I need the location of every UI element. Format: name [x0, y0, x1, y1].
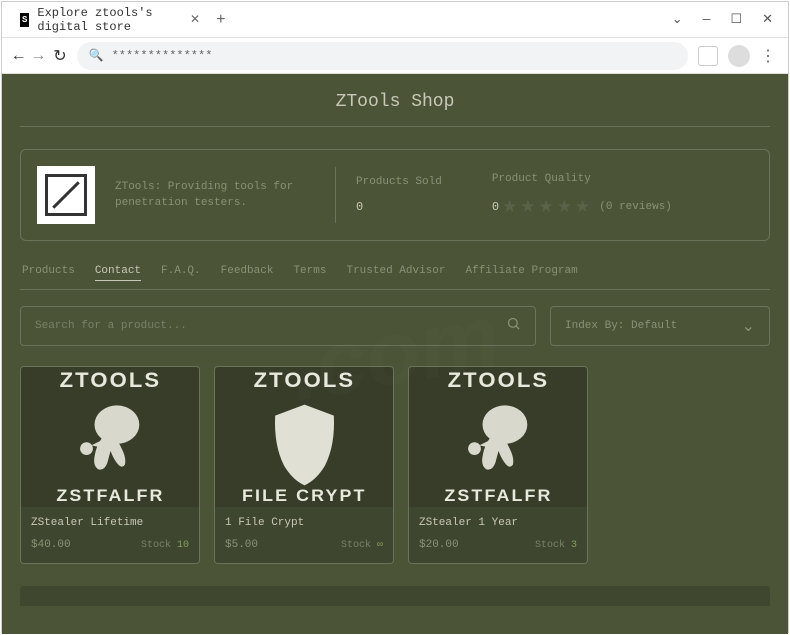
search-input[interactable] [35, 320, 506, 332]
stock-value: 3 [571, 540, 577, 551]
title-bar: S Explore ztools's digital store ✕ + ⌄ —… [2, 2, 788, 38]
page-title: ZTools Shop [2, 74, 788, 126]
page-viewport: .com ZTools Shop ZTools: Providing tools… [2, 74, 788, 634]
window-controls: ⌄ — ☐ ✕ [672, 12, 788, 27]
brand-text: ZTOOLS [253, 369, 355, 393]
product-price: $20.00 [419, 539, 459, 551]
stealer-icon [68, 399, 153, 479]
extension-icon[interactable] [698, 46, 718, 66]
sort-dropdown[interactable]: Index By: Default ⌄ [550, 306, 770, 346]
stock-value: ∞ [377, 540, 383, 551]
tab-faq[interactable]: F.A.Q. [161, 265, 201, 281]
product-quality-stat: Product Quality 0 ★ ★ ★ ★ ★ (0 reviews) [492, 173, 672, 218]
product-card[interactable]: ZTOOLS ZSTFALFR ZStealer Lifetime $40.00… [20, 366, 200, 564]
stat-label: Product Quality [492, 173, 672, 185]
sort-label: Index By: Default [565, 320, 677, 332]
stock-value: 10 [177, 540, 189, 551]
stock-label: Stock [341, 540, 377, 551]
star-icon: ★ [520, 197, 535, 218]
search-box[interactable] [20, 306, 536, 346]
brand-text: ZTOOLS [447, 369, 549, 393]
dropdown-icon[interactable]: ⌄ [672, 12, 683, 27]
products-grid: ZTOOLS ZSTFALFR ZStealer Lifetime $40.00… [2, 362, 788, 568]
brand-text: ZSTFALFR [56, 486, 164, 506]
brand-text: ZSTFALFR [444, 486, 552, 506]
product-card[interactable]: ZTOOLS FILE CRYPT 1 File Crypt $5.00 Sto… [214, 366, 394, 564]
star-icon: ★ [502, 197, 517, 218]
vertical-divider [335, 167, 336, 223]
tab-terms[interactable]: Terms [293, 265, 326, 281]
search-icon[interactable] [506, 316, 521, 336]
stat-value: 0 [356, 200, 442, 214]
brand-text: ZTOOLS [59, 369, 161, 393]
address-text: ************** [112, 49, 213, 63]
rating-value: 0 [492, 200, 499, 214]
tab-products[interactable]: Products [22, 265, 75, 281]
product-title: ZStealer Lifetime [31, 517, 189, 529]
tab-title: Explore ztools's digital store [37, 6, 182, 34]
site-favicon: S [20, 13, 29, 27]
product-title: ZStealer 1 Year [419, 517, 577, 529]
tab-feedback[interactable]: Feedback [221, 265, 274, 281]
stock-label: Stock [535, 540, 571, 551]
product-card[interactable]: ZTOOLS ZSTFALFR ZStealer 1 Year $20.00 S… [408, 366, 588, 564]
browser-tab[interactable]: S Explore ztools's digital store ✕ [10, 4, 210, 36]
browser-window: S Explore ztools's digital store ✕ + ⌄ —… [1, 1, 789, 633]
reviews-count: (0 reviews) [599, 201, 672, 213]
tab-trusted-advisor[interactable]: Trusted Advisor [346, 265, 445, 281]
address-bar[interactable]: 🔍 ************** [77, 42, 688, 70]
product-price: $5.00 [225, 539, 258, 551]
product-footer: 1 File Crypt $5.00 Stock ∞ [215, 507, 393, 563]
rating-stars: 0 ★ ★ ★ ★ ★ (0 reviews) [492, 197, 672, 218]
divider [20, 126, 770, 127]
product-footer: ZStealer 1 Year $20.00 Stock 3 [409, 507, 587, 563]
brand-text: FILE CRYPT [242, 486, 366, 506]
product-title: 1 File Crypt [225, 517, 383, 529]
stealer-icon [456, 399, 541, 479]
star-icon: ★ [539, 197, 554, 218]
tab-affiliate[interactable]: Affiliate Program [466, 265, 578, 281]
product-price: $40.00 [31, 539, 71, 551]
stock-label: Stock [141, 540, 177, 551]
browser-toolbar: ← → ↻ 🔍 ************** ⋮ [2, 38, 788, 74]
shield-icon [267, 401, 342, 489]
search-glyph-icon: 🔍 [89, 48, 104, 63]
controls-row: Index By: Default ⌄ [2, 290, 788, 362]
profile-avatar[interactable] [728, 45, 750, 67]
footer-bar [20, 586, 770, 606]
close-tab-icon[interactable]: ✕ [190, 12, 200, 27]
maximize-icon[interactable]: ☐ [730, 12, 742, 27]
back-button[interactable]: ← [14, 47, 24, 65]
product-image: ZTOOLS ZSTFALFR [409, 367, 587, 507]
tab-contact[interactable]: Contact [95, 265, 141, 281]
stat-label: Products Sold [356, 176, 442, 188]
shop-info-panel: ZTools: Providing tools for penetration … [20, 149, 770, 241]
close-window-icon[interactable]: ✕ [762, 12, 773, 27]
forward-button[interactable]: → [34, 47, 44, 65]
chevron-down-icon: ⌄ [742, 316, 755, 336]
products-sold-stat: Products Sold 0 [356, 176, 442, 214]
shop-tagline: ZTools: Providing tools for penetration … [115, 179, 315, 212]
star-icon: ★ [557, 197, 572, 218]
new-tab-button[interactable]: + [216, 11, 226, 29]
browser-menu-icon[interactable]: ⋮ [760, 46, 776, 66]
shop-tabs: Products Contact F.A.Q. Feedback Terms T… [2, 259, 788, 289]
star-icon: ★ [575, 197, 590, 218]
minimize-icon[interactable]: — [703, 12, 711, 27]
product-footer: ZStealer Lifetime $40.00 Stock 10 [21, 507, 199, 563]
product-image: ZTOOLS FILE CRYPT [215, 367, 393, 507]
reload-button[interactable]: ↻ [53, 46, 66, 66]
product-image: ZTOOLS ZSTFALFR [21, 367, 199, 507]
shop-logo [37, 166, 95, 224]
